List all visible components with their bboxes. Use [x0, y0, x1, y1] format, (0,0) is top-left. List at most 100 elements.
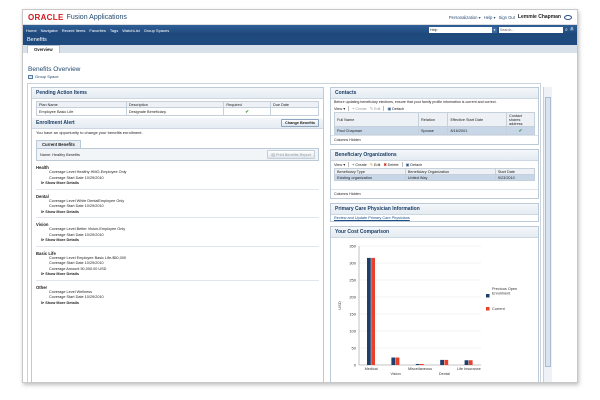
- search-input[interactable]: Search...: [498, 27, 563, 33]
- y-tick-label: 300: [349, 261, 356, 266]
- table-row[interactable]: Existing organization United Way 9/23/20…: [334, 174, 536, 182]
- create-label: Create: [355, 106, 367, 111]
- sign-out-link[interactable]: Sign Out: [499, 15, 515, 20]
- divider: [401, 162, 403, 168]
- divider: [36, 217, 319, 218]
- nav-tags[interactable]: Tags: [110, 28, 118, 33]
- delete-button[interactable]: ✖ Delete: [383, 162, 398, 168]
- x-tick-label: Medical: [365, 367, 378, 371]
- pencil-icon: ✎: [369, 163, 373, 168]
- benefit-other: Other Coverage Level Wellness Coverage S…: [36, 285, 319, 307]
- checkmark-icon: ✔: [518, 127, 523, 133]
- nav-navigator[interactable]: Navigator: [41, 28, 58, 33]
- enrollment-alert-header: Enrollment Alert Change Benefits: [32, 118, 323, 129]
- bar-previous: [464, 360, 469, 366]
- nav-recent-items[interactable]: Recent Items: [62, 28, 86, 33]
- bar-current: [395, 357, 400, 366]
- edit-button[interactable]: ✎ Edit: [369, 162, 381, 168]
- contacts-title: Contacts: [331, 88, 538, 99]
- full-name-cell: Paul Chapman: [334, 126, 419, 136]
- y-tick-label: 250: [349, 278, 356, 283]
- view-menu[interactable]: View ▾: [334, 106, 345, 111]
- create-label: Create: [355, 162, 367, 167]
- personalization-menu[interactable]: Personalization ▾: [449, 15, 481, 20]
- beneficiary-organization-cell: United Way: [404, 174, 496, 182]
- effective-start-cell: 8/16/2001: [447, 126, 507, 136]
- group-space-label: Group Space: [35, 74, 59, 79]
- y-tick-label: 150: [349, 312, 356, 317]
- help-select[interactable]: Help ▼: [428, 27, 497, 33]
- table-row[interactable]: Paul Chapman Spouse 8/16/2001 ✔: [334, 126, 535, 136]
- legend-swatch-current: [486, 307, 490, 311]
- show-more-details-link[interactable]: ⊳ Show More Details: [36, 181, 319, 187]
- detach-icon: ▣: [387, 107, 392, 112]
- create-button[interactable]: + Create: [352, 163, 367, 167]
- nav-group-spaces[interactable]: Group Spaces: [144, 28, 170, 33]
- table-row[interactable]: Employee Basic Life Designate Beneficiar…: [36, 107, 320, 116]
- nav-home[interactable]: Home: [26, 28, 37, 33]
- vertical-scrollbar[interactable]: [543, 87, 552, 382]
- edit-label: Edit: [373, 162, 381, 167]
- pending-actions-title: Pending Action Items: [32, 88, 323, 99]
- legend-label-previous: Previous Open: [492, 287, 517, 291]
- create-button[interactable]: + Create: [352, 107, 367, 111]
- current-benefits-tab[interactable]: Current Benefits: [36, 140, 81, 148]
- show-more-details-link[interactable]: ⊳ Show More Details: [36, 272, 319, 278]
- edit-label: Edit: [373, 106, 381, 111]
- relation-cell: Spouse: [417, 126, 449, 136]
- current-benefits: Current Benefits Name: Healthy Benefits …: [36, 140, 319, 161]
- edit-button[interactable]: ✎ Edit: [370, 106, 381, 112]
- required-cell: ✔: [223, 107, 271, 116]
- pcp-title: Primary Care Physician Information: [331, 204, 538, 216]
- review-pcp-link[interactable]: Review and Update Primary Care Physician…: [331, 215, 413, 221]
- divider: [348, 106, 350, 112]
- divider: [348, 162, 350, 168]
- current-benefits-bar: Name: Healthy Benefits ▤ Print Benefits …: [36, 148, 319, 161]
- app-window: ORACLE Fusion Applications Personalizati…: [22, 9, 578, 383]
- divider: [36, 245, 319, 247]
- print-benefits-report-label: Print Benefits Report: [275, 153, 311, 157]
- y-tick-label: 50: [352, 346, 357, 351]
- legend-label-previous: Enrollment: [492, 292, 511, 296]
- product-name: Fusion Applications: [66, 13, 127, 21]
- help-menu[interactable]: Help ▾: [484, 15, 496, 20]
- x-tick-label: Vision: [390, 372, 400, 376]
- group-space-link[interactable]: Group Space: [28, 74, 59, 79]
- detach-button[interactable]: ▣ Detach: [387, 106, 404, 112]
- plus-icon: +: [352, 106, 355, 111]
- chevron-down-icon[interactable]: ≚: [570, 27, 574, 33]
- oracle-logo: ORACLE: [28, 12, 64, 22]
- divider: [383, 106, 385, 112]
- view-menu[interactable]: View ▾: [334, 162, 345, 167]
- columns-hidden: Columns Hidden: [331, 189, 538, 198]
- main-content: Benefits Overview Group Space Pending Ac…: [23, 63, 577, 382]
- col-relation[interactable]: Relation: [417, 112, 449, 128]
- show-more-details-link[interactable]: ⊳ Show More Details: [36, 301, 319, 307]
- tab-overview[interactable]: Overview: [27, 45, 60, 53]
- change-benefits-button[interactable]: Change Benefits: [281, 119, 319, 127]
- y-tick-label: 200: [349, 295, 356, 300]
- detach-button[interactable]: ▣ Detach: [405, 162, 423, 168]
- col-full-name[interactable]: Full Name: [334, 112, 419, 128]
- show-more-details-link[interactable]: ⊳ Show More Details: [36, 210, 319, 216]
- left-panel: Pending Action Items Plan Name Descripti…: [31, 87, 324, 382]
- col-shares-address[interactable]: Contact shares address: [506, 112, 535, 128]
- print-benefits-report-button[interactable]: ▤ Print Benefits Report: [267, 150, 315, 159]
- nav-favorites[interactable]: Favorites: [89, 28, 105, 33]
- search-icon[interactable]: ⌕: [565, 27, 568, 33]
- page-header: Benefits: [23, 35, 577, 45]
- nav-watchlist[interactable]: WatchList: [122, 28, 139, 33]
- contacts-toolbar: View ▾ + Create ✎ Edit ▣ Detach: [331, 105, 538, 112]
- help-select-value: Help: [429, 28, 438, 32]
- pending-actions-table: Plan Name Description Required Due Date …: [36, 101, 320, 116]
- beneficiary-title: Beneficiary Organizations: [331, 150, 538, 162]
- show-more-details-link[interactable]: ⊳ Show More Details: [36, 238, 319, 244]
- brand-bar: ORACLE Fusion Applications Personalizati…: [23, 10, 577, 25]
- cost-comparison-title: Your Cost Comparison: [331, 227, 538, 239]
- bar-previous: [415, 364, 420, 366]
- x-tick-label: Miscellaneous: [408, 367, 432, 371]
- print-icon: ▤: [271, 153, 275, 157]
- scrollbar-thumb[interactable]: [545, 97, 551, 367]
- col-effective-start-date[interactable]: Effective Start Date: [447, 112, 507, 128]
- detach-icon: ▣: [405, 163, 410, 168]
